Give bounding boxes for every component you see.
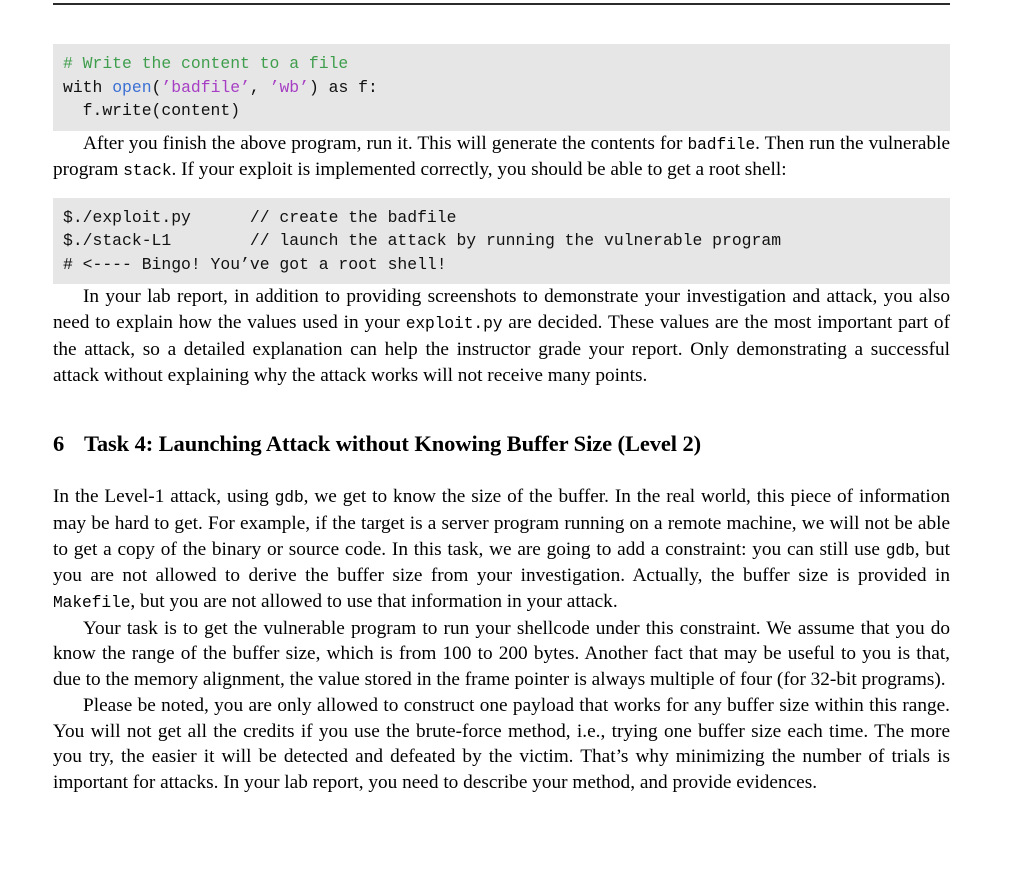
code-line: $./stack-L1 // launch the attack by runn…	[53, 229, 950, 253]
code-token-plain: with	[63, 77, 113, 97]
code-token-string: ’badfile’	[161, 77, 250, 97]
paragraph-single-payload-note: Please be noted, you are only allowed to…	[53, 693, 950, 796]
section-spacer-top	[53, 388, 950, 430]
paragraph-lab-report-values: In your lab report, in addition to provi…	[53, 284, 950, 388]
paragraph-after-program: After you finish the above program, run …	[53, 131, 950, 184]
inline-code: exploit.py	[405, 314, 503, 334]
text-run: In the Level-1 attack, using	[53, 486, 275, 508]
code-token-string: ’wb’	[269, 77, 309, 97]
inline-code: gdb	[274, 488, 304, 508]
code-token-plain: $./stack-L1 // launch the attack by runn…	[63, 231, 782, 251]
code-token-comment: # Write the content to a file	[63, 54, 349, 73]
code-token-plain: ,	[249, 77, 270, 97]
paragraph-task-buffer-range: Your task is to get the vulnerable progr…	[53, 616, 950, 693]
section-spacer-bottom	[53, 458, 950, 484]
section-heading-task-4: 6 Task 4: Launching Attack without Knowin…	[53, 430, 950, 458]
code-token-plain: $./exploit.py // create the badfile	[63, 207, 457, 227]
code-block-python-write-file: # Write the content to a file with open(’…	[53, 44, 950, 131]
section-number: 6	[53, 431, 65, 457]
code-token-plain: # <---- Bingo! You’ve got a root shell!	[63, 254, 447, 274]
code-token-plain: f.write(content)	[63, 101, 241, 120]
code-line: with open(’badfile’, ’wb’) as f:	[53, 76, 950, 100]
document-page: # Write the content to a file with open(’…	[0, 0, 1024, 881]
text-run: Your task is to get the vulnerable progr…	[53, 617, 950, 691]
code-token-func: open	[112, 77, 152, 97]
code-token-plain: (	[151, 77, 162, 97]
page-header-rule	[53, 3, 950, 5]
code-line: $./exploit.py // create the badfile	[53, 206, 950, 230]
inline-code: gdb	[885, 540, 915, 560]
text-run: Please be noted, you are only allowed to…	[53, 694, 950, 793]
section-title: Task 4: Launching Attack without Knowing…	[84, 431, 701, 457]
code-line: # Write the content to a file	[53, 52, 950, 76]
text-run: . If your exploit is implemented correct…	[171, 159, 787, 181]
inline-code: stack	[123, 161, 172, 181]
text-run: , but you are not allowed to use that in…	[130, 591, 618, 613]
text-run: After you finish the above program, run …	[83, 132, 688, 154]
code-line: f.write(content)	[53, 99, 950, 123]
code-block-shell-run-exploit: $./exploit.py // create the badfile $./st…	[53, 197, 950, 285]
document-content: # Write the content to a file with open(’…	[53, 44, 950, 796]
code-token-plain: ) as f:	[308, 77, 378, 97]
code-line: # <---- Bingo! You’ve got a root shell!	[53, 253, 950, 277]
paragraph-level1-gdb-constraint: In the Level-1 attack, using gdb, we get…	[53, 484, 950, 616]
inline-code: Makefile	[53, 593, 131, 613]
inline-code: badfile	[687, 134, 756, 154]
